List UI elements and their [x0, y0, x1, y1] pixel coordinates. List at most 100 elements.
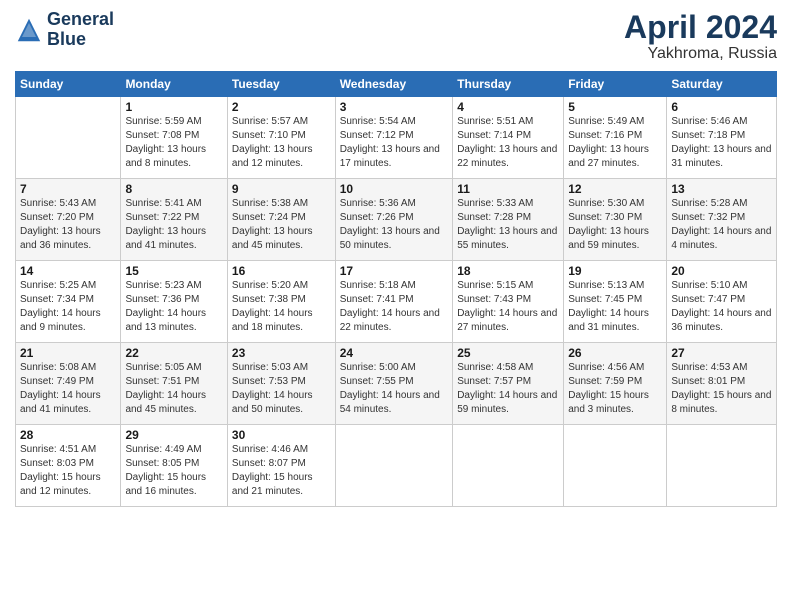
day-info: Sunrise: 4:51 AM Sunset: 8:03 PM Dayligh… — [20, 443, 116, 499]
day-info: Sunrise: 5:05 AM Sunset: 7:51 PM Dayligh… — [125, 361, 222, 417]
day-number: 17 — [340, 264, 449, 278]
calendar-cell: 11Sunrise: 5:33 AM Sunset: 7:28 PM Dayli… — [453, 179, 564, 261]
day-info: Sunrise: 5:10 AM Sunset: 7:47 PM Dayligh… — [671, 279, 772, 335]
title-block: April 2024 Yakhroma, Russia — [624, 10, 777, 63]
day-number: 21 — [20, 346, 116, 360]
day-number: 25 — [457, 346, 559, 360]
day-number: 28 — [20, 428, 116, 442]
day-info: Sunrise: 4:56 AM Sunset: 7:59 PM Dayligh… — [568, 361, 662, 417]
day-info: Sunrise: 5:18 AM Sunset: 7:41 PM Dayligh… — [340, 279, 449, 335]
calendar-cell: 19Sunrise: 5:13 AM Sunset: 7:45 PM Dayli… — [564, 261, 667, 343]
calendar-cell — [667, 425, 777, 507]
day-number: 19 — [568, 264, 662, 278]
logo-line1: General — [47, 10, 114, 30]
week-row-1: 7Sunrise: 5:43 AM Sunset: 7:20 PM Daylig… — [16, 179, 777, 261]
col-saturday: Saturday — [667, 72, 777, 97]
col-thursday: Thursday — [453, 72, 564, 97]
day-info: Sunrise: 4:53 AM Sunset: 8:01 PM Dayligh… — [671, 361, 772, 417]
day-number: 6 — [671, 100, 772, 114]
calendar-cell: 3Sunrise: 5:54 AM Sunset: 7:12 PM Daylig… — [335, 97, 453, 179]
col-friday: Friday — [564, 72, 667, 97]
day-number: 2 — [232, 100, 331, 114]
day-info: Sunrise: 5:59 AM Sunset: 7:08 PM Dayligh… — [125, 115, 222, 171]
day-number: 12 — [568, 182, 662, 196]
calendar-cell: 10Sunrise: 5:36 AM Sunset: 7:26 PM Dayli… — [335, 179, 453, 261]
calendar-cell — [564, 425, 667, 507]
calendar-cell: 2Sunrise: 5:57 AM Sunset: 7:10 PM Daylig… — [227, 97, 335, 179]
day-info: Sunrise: 5:51 AM Sunset: 7:14 PM Dayligh… — [457, 115, 559, 171]
day-number: 14 — [20, 264, 116, 278]
calendar-cell: 1Sunrise: 5:59 AM Sunset: 7:08 PM Daylig… — [121, 97, 227, 179]
day-info: Sunrise: 5:43 AM Sunset: 7:20 PM Dayligh… — [20, 197, 116, 253]
calendar-cell: 16Sunrise: 5:20 AM Sunset: 7:38 PM Dayli… — [227, 261, 335, 343]
calendar-cell: 17Sunrise: 5:18 AM Sunset: 7:41 PM Dayli… — [335, 261, 453, 343]
calendar-cell: 9Sunrise: 5:38 AM Sunset: 7:24 PM Daylig… — [227, 179, 335, 261]
day-number: 10 — [340, 182, 449, 196]
day-info: Sunrise: 4:49 AM Sunset: 8:05 PM Dayligh… — [125, 443, 222, 499]
day-info: Sunrise: 5:41 AM Sunset: 7:22 PM Dayligh… — [125, 197, 222, 253]
calendar-cell: 13Sunrise: 5:28 AM Sunset: 7:32 PM Dayli… — [667, 179, 777, 261]
calendar-cell: 12Sunrise: 5:30 AM Sunset: 7:30 PM Dayli… — [564, 179, 667, 261]
calendar-cell: 14Sunrise: 5:25 AM Sunset: 7:34 PM Dayli… — [16, 261, 121, 343]
day-number: 22 — [125, 346, 222, 360]
calendar-cell: 29Sunrise: 4:49 AM Sunset: 8:05 PM Dayli… — [121, 425, 227, 507]
day-info: Sunrise: 5:33 AM Sunset: 7:28 PM Dayligh… — [457, 197, 559, 253]
day-info: Sunrise: 5:30 AM Sunset: 7:30 PM Dayligh… — [568, 197, 662, 253]
day-number: 30 — [232, 428, 331, 442]
day-number: 11 — [457, 182, 559, 196]
calendar-body: 1Sunrise: 5:59 AM Sunset: 7:08 PM Daylig… — [16, 97, 777, 507]
day-number: 8 — [125, 182, 222, 196]
calendar-cell: 7Sunrise: 5:43 AM Sunset: 7:20 PM Daylig… — [16, 179, 121, 261]
day-number: 16 — [232, 264, 331, 278]
calendar-cell: 20Sunrise: 5:10 AM Sunset: 7:47 PM Dayli… — [667, 261, 777, 343]
day-info: Sunrise: 5:28 AM Sunset: 7:32 PM Dayligh… — [671, 197, 772, 253]
calendar-cell: 27Sunrise: 4:53 AM Sunset: 8:01 PM Dayli… — [667, 343, 777, 425]
week-row-4: 28Sunrise: 4:51 AM Sunset: 8:03 PM Dayli… — [16, 425, 777, 507]
day-info: Sunrise: 5:15 AM Sunset: 7:43 PM Dayligh… — [457, 279, 559, 335]
month-title: April 2024 — [624, 10, 777, 45]
week-row-0: 1Sunrise: 5:59 AM Sunset: 7:08 PM Daylig… — [16, 97, 777, 179]
day-number: 13 — [671, 182, 772, 196]
day-info: Sunrise: 5:36 AM Sunset: 7:26 PM Dayligh… — [340, 197, 449, 253]
week-row-3: 21Sunrise: 5:08 AM Sunset: 7:49 PM Dayli… — [16, 343, 777, 425]
calendar-cell: 8Sunrise: 5:41 AM Sunset: 7:22 PM Daylig… — [121, 179, 227, 261]
day-info: Sunrise: 4:58 AM Sunset: 7:57 PM Dayligh… — [457, 361, 559, 417]
location: Yakhroma, Russia — [624, 45, 777, 63]
day-number: 23 — [232, 346, 331, 360]
calendar-cell: 22Sunrise: 5:05 AM Sunset: 7:51 PM Dayli… — [121, 343, 227, 425]
day-number: 5 — [568, 100, 662, 114]
day-number: 27 — [671, 346, 772, 360]
day-info: Sunrise: 4:46 AM Sunset: 8:07 PM Dayligh… — [232, 443, 331, 499]
day-info: Sunrise: 5:57 AM Sunset: 7:10 PM Dayligh… — [232, 115, 331, 171]
calendar-cell — [335, 425, 453, 507]
day-info: Sunrise: 5:38 AM Sunset: 7:24 PM Dayligh… — [232, 197, 331, 253]
day-info: Sunrise: 5:25 AM Sunset: 7:34 PM Dayligh… — [20, 279, 116, 335]
header: General Blue April 2024 Yakhroma, Russia — [15, 10, 777, 63]
day-info: Sunrise: 5:49 AM Sunset: 7:16 PM Dayligh… — [568, 115, 662, 171]
calendar-cell: 30Sunrise: 4:46 AM Sunset: 8:07 PM Dayli… — [227, 425, 335, 507]
day-info: Sunrise: 5:20 AM Sunset: 7:38 PM Dayligh… — [232, 279, 331, 335]
calendar-cell — [453, 425, 564, 507]
logo-icon — [15, 16, 43, 44]
calendar-cell: 5Sunrise: 5:49 AM Sunset: 7:16 PM Daylig… — [564, 97, 667, 179]
day-number: 15 — [125, 264, 222, 278]
day-info: Sunrise: 5:54 AM Sunset: 7:12 PM Dayligh… — [340, 115, 449, 171]
calendar-cell: 25Sunrise: 4:58 AM Sunset: 7:57 PM Dayli… — [453, 343, 564, 425]
day-number: 20 — [671, 264, 772, 278]
day-info: Sunrise: 5:23 AM Sunset: 7:36 PM Dayligh… — [125, 279, 222, 335]
calendar-cell: 4Sunrise: 5:51 AM Sunset: 7:14 PM Daylig… — [453, 97, 564, 179]
day-info: Sunrise: 5:13 AM Sunset: 7:45 PM Dayligh… — [568, 279, 662, 335]
day-info: Sunrise: 5:00 AM Sunset: 7:55 PM Dayligh… — [340, 361, 449, 417]
calendar-cell — [16, 97, 121, 179]
day-number: 1 — [125, 100, 222, 114]
calendar-cell: 26Sunrise: 4:56 AM Sunset: 7:59 PM Dayli… — [564, 343, 667, 425]
day-number: 29 — [125, 428, 222, 442]
calendar-header: Sunday Monday Tuesday Wednesday Thursday… — [16, 72, 777, 97]
col-sunday: Sunday — [16, 72, 121, 97]
col-monday: Monday — [121, 72, 227, 97]
calendar-cell: 18Sunrise: 5:15 AM Sunset: 7:43 PM Dayli… — [453, 261, 564, 343]
day-info: Sunrise: 5:46 AM Sunset: 7:18 PM Dayligh… — [671, 115, 772, 171]
calendar-cell: 15Sunrise: 5:23 AM Sunset: 7:36 PM Dayli… — [121, 261, 227, 343]
logo: General Blue — [15, 10, 114, 50]
header-row: Sunday Monday Tuesday Wednesday Thursday… — [16, 72, 777, 97]
